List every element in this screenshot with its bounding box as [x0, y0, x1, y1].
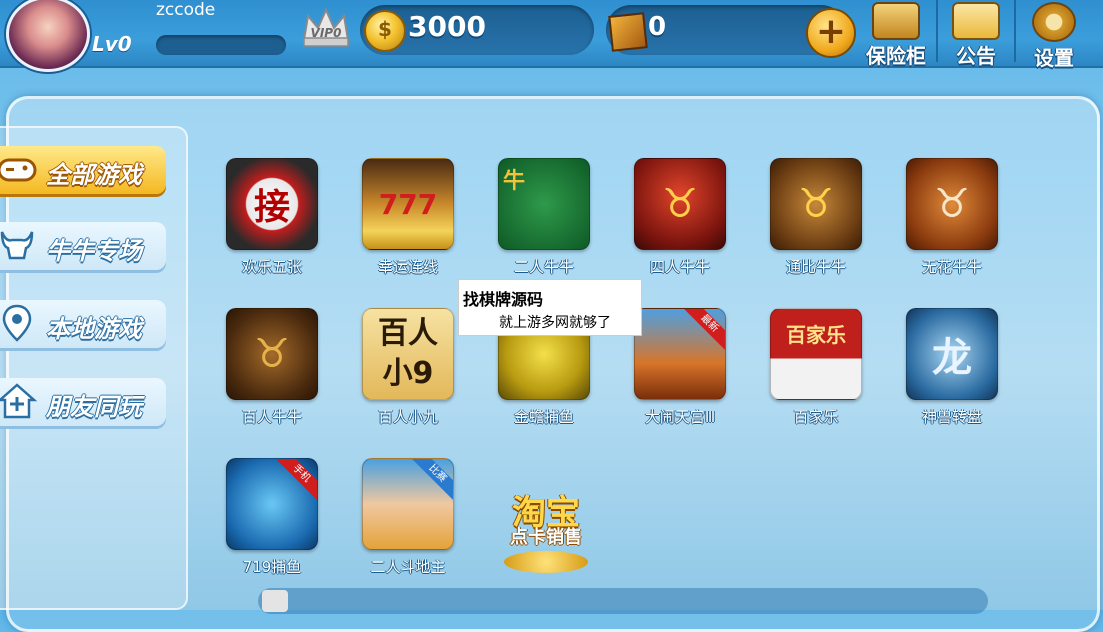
notice-button[interactable]: 公告 [940, 0, 1012, 68]
game-icon-glyph: 牛 [503, 169, 526, 194]
settings-label: 设置 [1034, 46, 1074, 70]
game-icon: ♉ [906, 158, 998, 250]
promo-subtitle: 点卡销售 [510, 527, 582, 548]
game-tile[interactable]: 龙 神兽转盘 [897, 308, 1007, 427]
game-name: 通比牛牛 [785, 258, 846, 276]
game-tile[interactable]: 手机 719捕鱼 [217, 458, 327, 577]
game-tile[interactable]: ♉ 无花牛牛 [897, 158, 1007, 277]
game-tile[interactable]: ♉ 百人牛牛 [217, 308, 327, 427]
game-tile[interactable]: ♉ 四人牛牛 [625, 158, 735, 277]
game-tile[interactable]: 百人小9 百人小九 [353, 308, 463, 427]
game-icon: 最新 [634, 308, 726, 400]
nav-niuniu[interactable]: 牛牛专场 [0, 222, 166, 270]
game-tile[interactable]: ♉ 通比牛牛 [761, 158, 871, 277]
treasure-box-icon [608, 12, 648, 52]
coin-balance: 3000 [408, 10, 486, 43]
game-icon-glyph: 龙 [932, 335, 972, 381]
game-icon: 手机 [226, 458, 318, 550]
experience-bar [156, 35, 286, 55]
game-icon: 777 [362, 158, 454, 250]
settings-button[interactable]: 设置 [1018, 0, 1090, 70]
location-pin-icon [2, 304, 32, 342]
game-icon: ♉ [634, 158, 726, 250]
watermark-popup: 找棋牌源码 就上游多网就够了 [458, 279, 642, 336]
coin-icon: $ [364, 10, 406, 52]
game-icon-glyph: 百人小9 [378, 316, 438, 391]
coin-symbol: $ [378, 17, 392, 41]
safe-label: 保险柜 [866, 44, 926, 68]
announcement-marquee [258, 588, 988, 614]
game-icon-glyph: ♉ [934, 181, 970, 227]
speaker-icon [262, 590, 288, 612]
game-icon: 百家乐 [770, 308, 862, 400]
game-tile[interactable]: 牛 二人牛牛 [489, 158, 599, 277]
game-name: 二人斗地主 [370, 558, 446, 576]
nav-local-games[interactable]: 本地游戏 [0, 300, 166, 348]
gem-balance: 0 [648, 12, 667, 42]
game-tile[interactable]: 777 幸运连线 [353, 158, 463, 277]
nav-local-games-label: 本地游戏 [46, 315, 142, 343]
notice-label: 公告 [956, 44, 996, 68]
game-name: 神兽转盘 [921, 408, 982, 426]
popup-line2: 就上游多网就够了 [499, 315, 611, 331]
nav-niuniu-label: 牛牛专场 [46, 237, 142, 265]
game-icon: 龙 [906, 308, 998, 400]
gear-icon [1032, 2, 1076, 42]
category-sidebar [0, 126, 188, 610]
game-icon-glyph: 接 [253, 187, 290, 228]
add-currency-button[interactable]: + [806, 8, 856, 58]
game-tile[interactable]: 百家乐 百家乐 [761, 308, 871, 427]
nav-all-games-label: 全部游戏 [46, 161, 142, 189]
gamepad-icon [0, 158, 37, 182]
game-icon: 比赛 [362, 458, 454, 550]
mail-icon [952, 2, 1000, 40]
taobao-card-sale-promo[interactable]: 淘宝 点卡销售 [498, 445, 594, 575]
game-name: 大闹天宫Ⅲ [644, 408, 716, 426]
game-name: 幸运连线 [377, 258, 438, 276]
nav-play-with-friends[interactable]: 朋友同玩 [0, 378, 166, 426]
game-name: 四人牛牛 [649, 258, 710, 276]
safe-icon [872, 2, 920, 40]
game-name: 719捕鱼 [242, 558, 302, 576]
game-name: 百人小九 [377, 408, 438, 426]
popup-line1: 找棋牌源码 [463, 290, 544, 309]
game-icon-glyph: ♉ [662, 181, 698, 227]
game-name: 欢乐五张 [241, 258, 302, 276]
game-name: 百家乐 [793, 408, 839, 426]
divider [1014, 0, 1016, 62]
game-icon: 接 [226, 158, 318, 250]
nav-play-with-friends-label: 朋友同玩 [46, 393, 142, 421]
game-icon-glyph: ♉ [254, 331, 290, 377]
game-icon: 牛 [498, 158, 590, 250]
house-plus-icon [0, 383, 38, 419]
game-tile[interactable]: 接 欢乐五张 [217, 158, 327, 277]
game-icon: ♉ [226, 308, 318, 400]
game-name: 无花牛牛 [921, 258, 982, 276]
vip-level: VIP0 [310, 26, 342, 40]
game-name: 金蟾捕鱼 [513, 408, 574, 426]
game-icon: 百人小9 [362, 308, 454, 400]
safe-button[interactable]: 保险柜 [860, 0, 932, 68]
game-icon-glyph: 777 [378, 187, 438, 221]
divider [936, 0, 938, 62]
nav-all-games[interactable]: 全部游戏 [0, 146, 166, 194]
game-name: 百人牛牛 [241, 408, 302, 426]
player-username: zccode [156, 0, 216, 20]
game-icon-glyph: ♉ [798, 181, 834, 227]
game-tile[interactable]: 比赛 二人斗地主 [353, 458, 463, 577]
player-level: Lv0 [92, 32, 132, 56]
game-icon-glyph: 百家乐 [786, 323, 846, 347]
game-name: 二人牛牛 [513, 258, 574, 276]
game-icon: ♉ [770, 158, 862, 250]
bull-icon [0, 231, 34, 260]
coin-pile [504, 551, 588, 573]
